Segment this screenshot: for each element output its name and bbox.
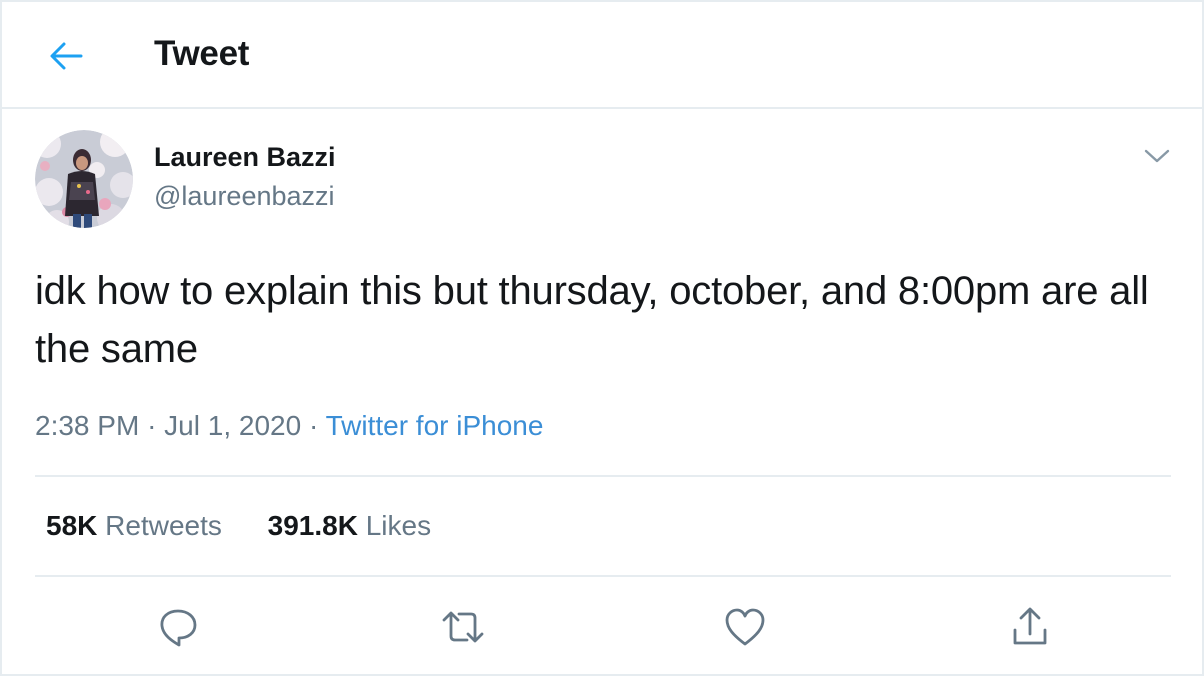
chevron-down-icon	[1144, 149, 1170, 163]
retweet-button[interactable]	[438, 602, 488, 652]
author-handle[interactable]: @laureenbazzi	[154, 181, 335, 212]
likes-stat[interactable]: 391.8K Likes	[268, 510, 431, 542]
tweet-menu-button[interactable]	[1140, 142, 1174, 170]
author-name[interactable]: Laureen Bazzi	[154, 142, 336, 173]
avatar[interactable]	[35, 130, 133, 228]
likes-label: Likes	[365, 510, 432, 541]
tweet-time[interactable]: 2:38 PM	[35, 410, 139, 441]
tweet-date[interactable]: Jul 1, 2020	[164, 410, 301, 441]
tweet-meta: 2:38 PM · Jul 1, 2020 · Twitter for iPho…	[35, 410, 543, 442]
reply-icon	[160, 609, 197, 647]
retweets-count: 58K	[46, 510, 98, 541]
meta-separator: ·	[147, 410, 157, 441]
divider	[35, 575, 1171, 577]
divider	[35, 475, 1171, 477]
retweets-label: Retweets	[105, 510, 222, 541]
share-button[interactable]	[1005, 602, 1055, 652]
page-header: Tweet	[2, 2, 1202, 109]
back-button[interactable]	[46, 36, 86, 76]
like-button[interactable]	[720, 602, 770, 652]
tweet-source-link[interactable]: Twitter for iPhone	[326, 410, 544, 441]
retweets-stat[interactable]: 58K Retweets	[46, 510, 222, 542]
likes-count: 391.8K	[267, 510, 358, 541]
retweet-icon	[442, 611, 484, 643]
like-icon	[725, 608, 765, 646]
share-icon	[1013, 607, 1047, 645]
tweet-page: Tweet Laureen Bazzi @laureenbazzi idk ho…	[0, 0, 1204, 676]
tweet-text: idk how to explain this but thursday, oc…	[35, 269, 1149, 371]
profile-photo	[35, 130, 133, 228]
arrow-left-icon	[50, 42, 83, 70]
meta-separator: ·	[308, 410, 319, 441]
reply-button[interactable]	[153, 602, 203, 652]
tweet-stats: 58K Retweets 391.8K Likes	[46, 510, 469, 542]
page-title: Tweet	[154, 34, 250, 73]
